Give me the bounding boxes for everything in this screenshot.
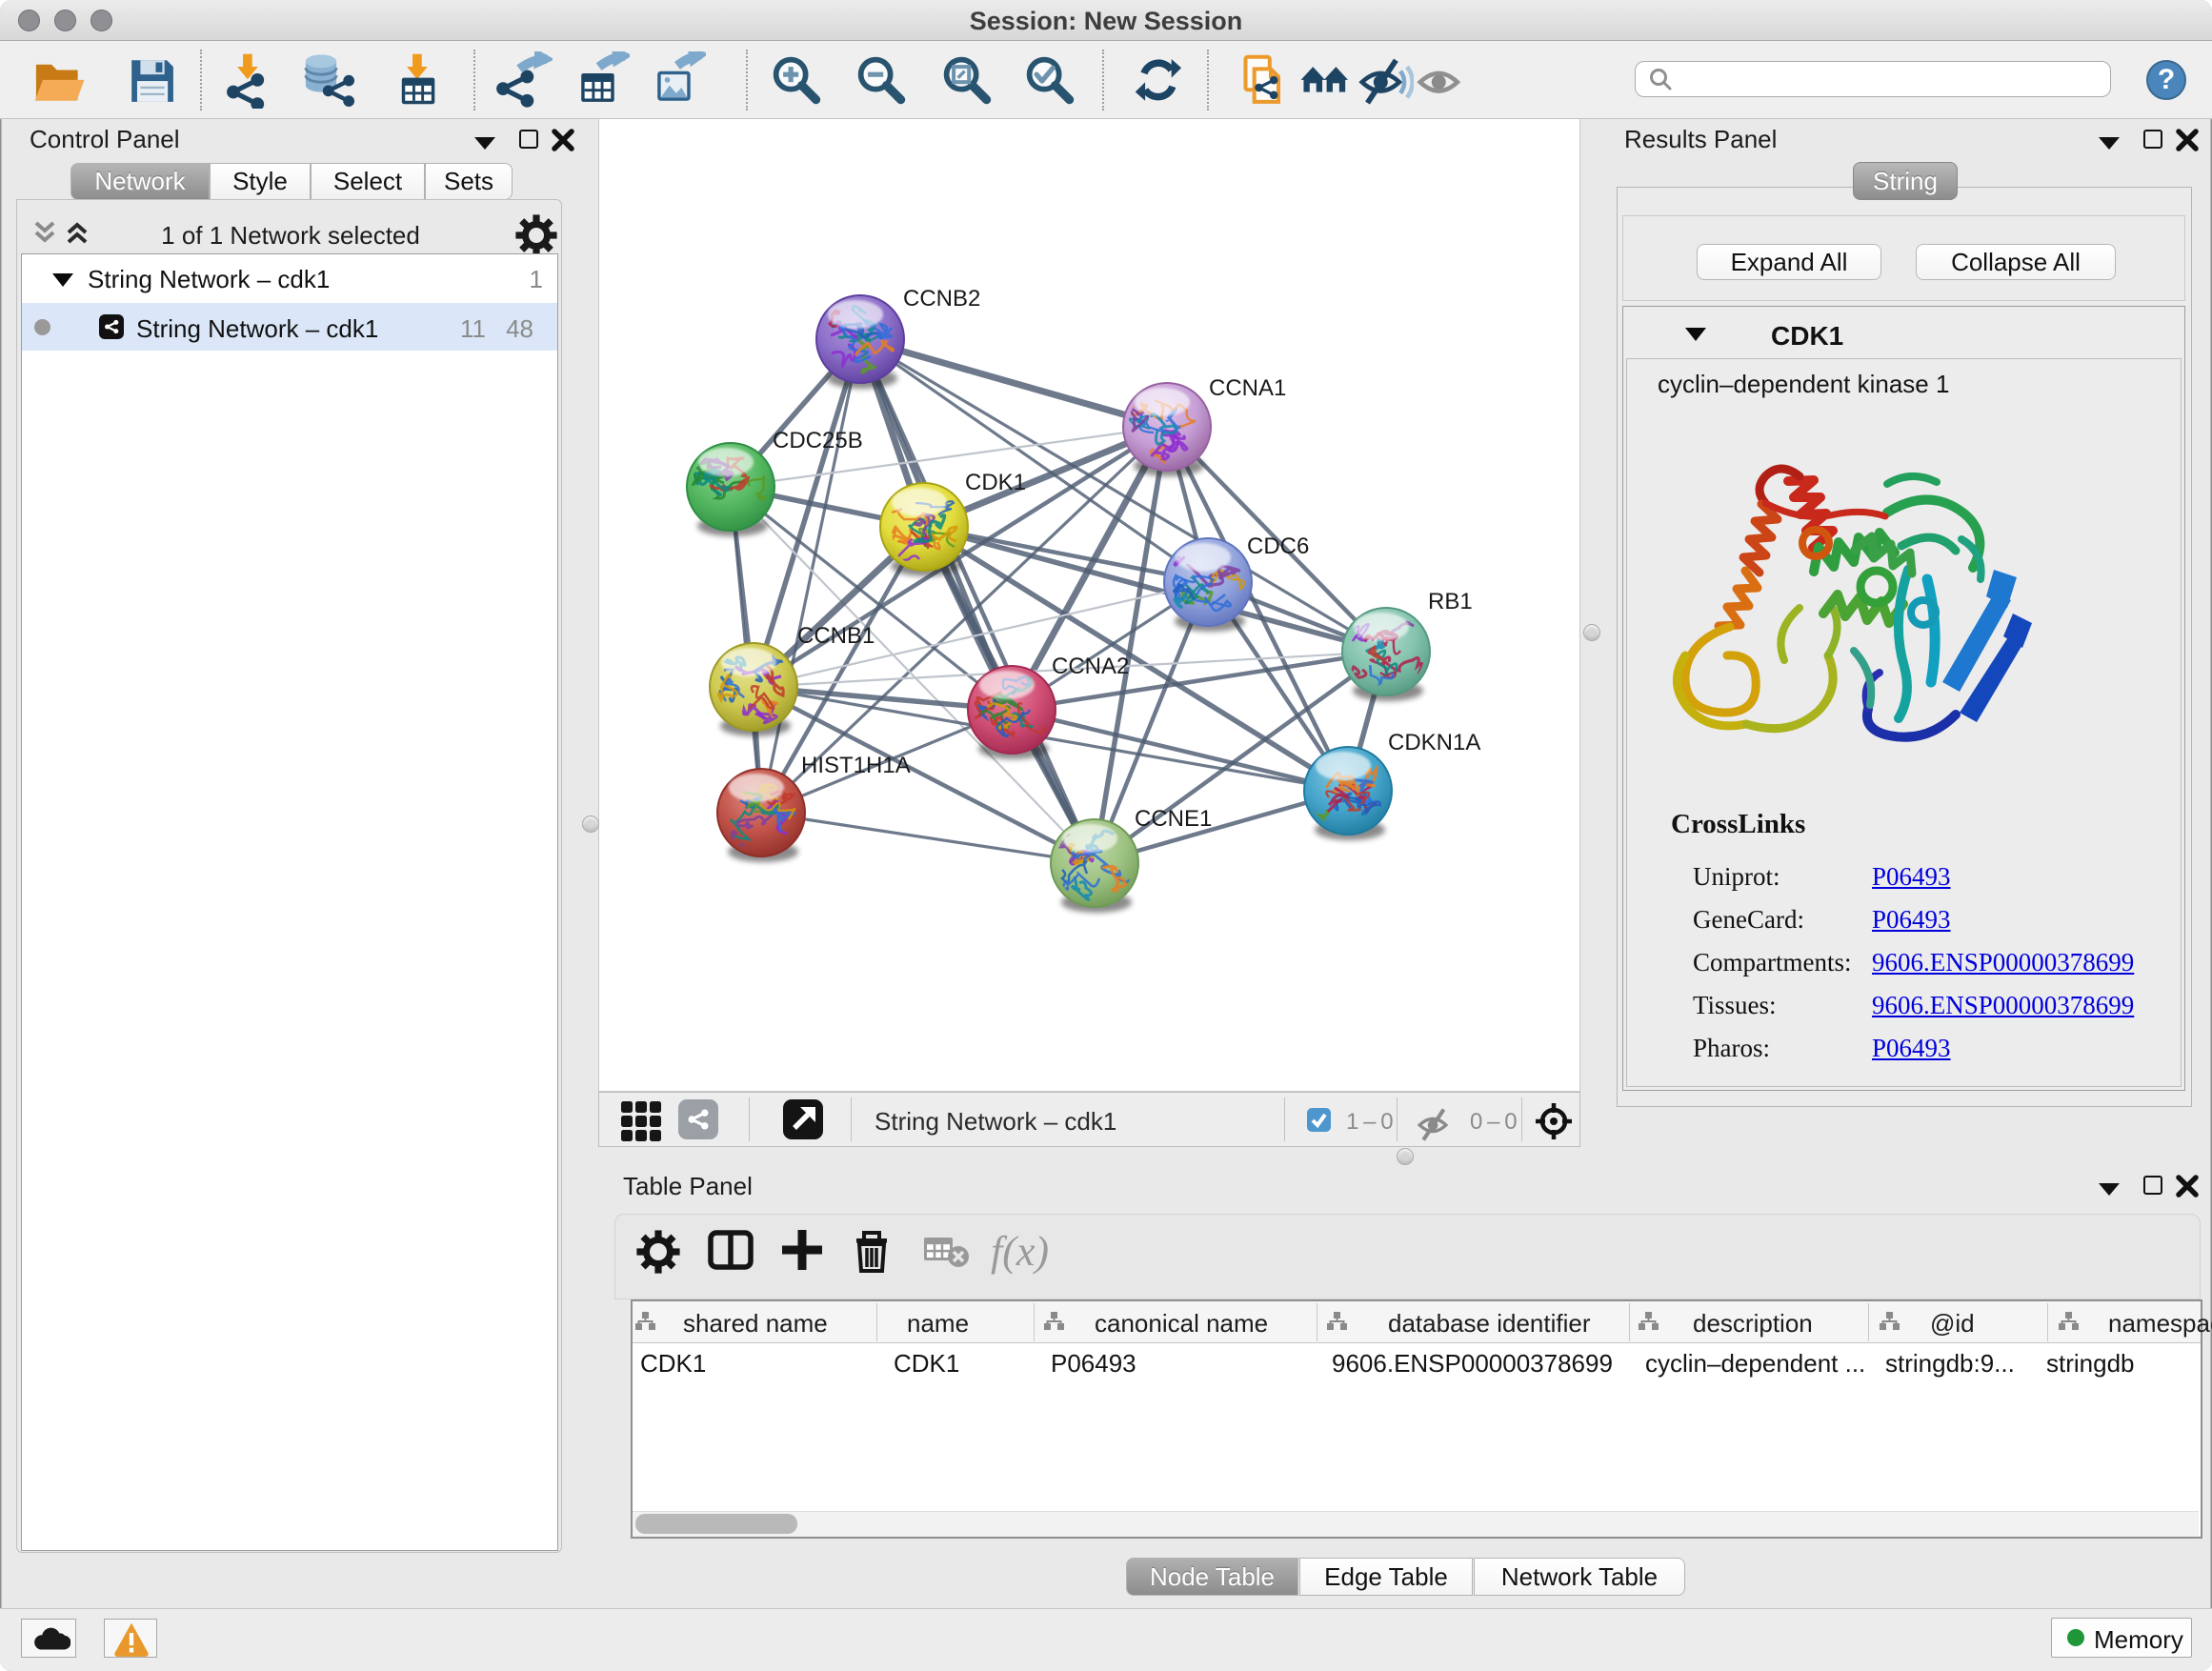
svg-text:CDC25B: CDC25B	[773, 428, 863, 453]
svg-text:CCNB1: CCNB1	[797, 623, 875, 649]
svg-text:CCNB2: CCNB2	[903, 286, 980, 312]
svg-text:CDKN1A: CDKN1A	[1388, 730, 1480, 755]
svg-text:CDC6: CDC6	[1247, 534, 1309, 559]
svg-text:CCNA1: CCNA1	[1209, 375, 1286, 401]
svg-text:CCNA2: CCNA2	[1052, 654, 1129, 679]
svg-text:CDK1: CDK1	[965, 470, 1026, 495]
svg-text:RB1: RB1	[1428, 589, 1473, 614]
svg-text:CCNE1: CCNE1	[1135, 806, 1212, 832]
svg-text:?: ?	[2158, 64, 2175, 95]
svg-text:HIST1H1A: HIST1H1A	[801, 753, 911, 778]
